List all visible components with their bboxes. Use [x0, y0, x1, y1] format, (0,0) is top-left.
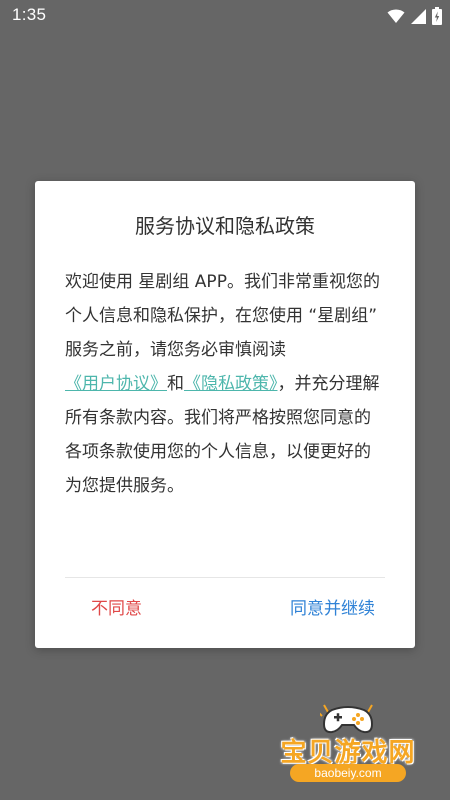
body-text-and: 和: [167, 374, 184, 394]
watermark-url: baobeiy.com: [290, 764, 406, 782]
dialog-title: 服务协议和隐私政策: [135, 214, 315, 238]
battery-charging-icon: [432, 7, 442, 25]
dialog-body: 欢迎使用 星剧组 APP。我们非常重视您的个人信息和隐私保护，在您使用 “星剧组…: [65, 265, 387, 503]
agreement-dialog: 服务协议和隐私政策 欢迎使用 星剧组 APP。我们非常重视您的个人信息和隐私保护…: [35, 181, 415, 648]
screen: 1:35 服务协议和隐私政策 欢迎使用 星剧组 APP。我们非常重视您的个人信息…: [0, 0, 450, 800]
wifi-icon: [387, 8, 405, 24]
status-icons: [387, 6, 442, 26]
dialog-divider: [65, 577, 385, 578]
disagree-button[interactable]: 不同意: [91, 593, 142, 625]
status-time: 1:35: [12, 5, 47, 24]
watermark: 宝贝游戏网 baobeiy.com: [268, 702, 428, 788]
agree-continue-button[interactable]: 同意并继续: [290, 593, 375, 625]
body-text-intro: 欢迎使用 星剧组 APP。我们非常重视您的个人信息和隐私保护，在您使用 “星剧组…: [65, 272, 380, 360]
signal-icon: [411, 8, 426, 24]
privacy-policy-link[interactable]: 《隐私政策》: [184, 374, 278, 394]
status-bar: 1:35: [0, 0, 450, 32]
user-agreement-link[interactable]: 《用户协议》: [65, 374, 167, 394]
